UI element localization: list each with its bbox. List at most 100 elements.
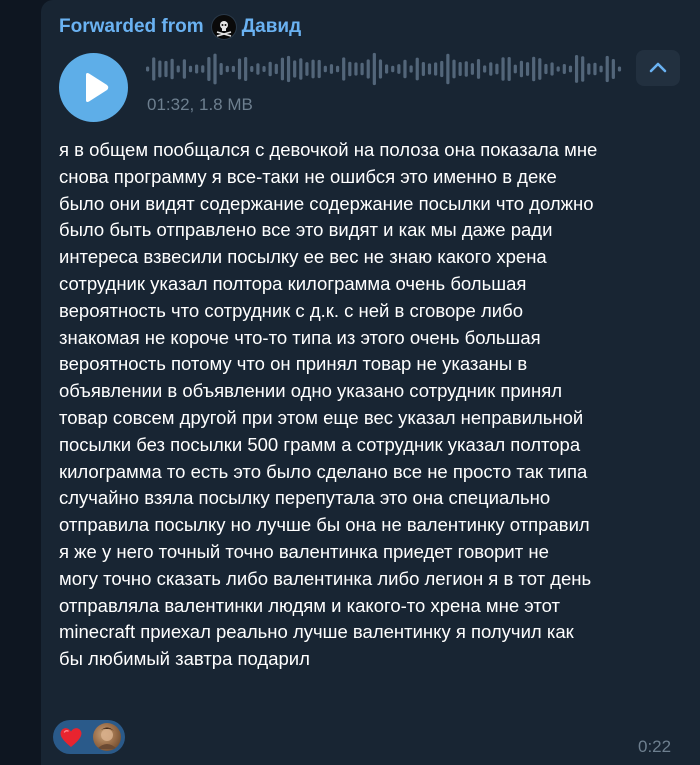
waveform-bar (348, 61, 352, 77)
waveform-bar (446, 53, 450, 85)
collapse-transcription-button[interactable] (636, 50, 680, 86)
waveform-bar (403, 59, 407, 79)
forward-header[interactable]: Forwarded from Давид (59, 14, 301, 40)
waveform-bar (409, 65, 413, 73)
waveform-bar (464, 61, 468, 77)
text-line: я же у него точный точно валентинка прие… (59, 540, 549, 562)
text-line: случайно взяла посылку перепутала это он… (59, 487, 551, 509)
waveform-bar (513, 64, 517, 74)
waveform-bar (182, 59, 186, 79)
forward-sender-name[interactable]: Давид (242, 16, 302, 38)
message-time: 0:22 (638, 737, 672, 756)
waveform-bar (237, 58, 242, 80)
waveform-bar (599, 65, 603, 73)
text-line: сотрудник указал полтора килограмма очен… (59, 272, 527, 294)
waveform-bar (452, 59, 456, 79)
chevron-up-icon (649, 62, 667, 73)
text-line: было быть отправлено все это видят и как… (59, 219, 553, 241)
waveform-bar (256, 63, 260, 75)
heart-icon (57, 723, 85, 751)
text-line: килограмма то есть это было сделано все … (59, 460, 588, 482)
waveform-bar (525, 62, 530, 76)
text-line: было они видят содержание содержание пос… (59, 192, 594, 214)
waveform-bar (501, 57, 505, 81)
waveform-bar (176, 65, 180, 73)
waveform-bar (262, 65, 266, 73)
play-icon (86, 73, 109, 102)
waveform-bar (280, 57, 285, 81)
waveform-bar (440, 60, 444, 78)
waveform-bar (470, 63, 474, 75)
waveform-bar (581, 56, 585, 82)
text-line: вероятность что сотрудник с д.к. с ней в… (59, 299, 523, 321)
waveform-bar (574, 55, 579, 83)
waveform-bar (397, 64, 401, 74)
text-line: интереса взвесили посылку ее вес не знаю… (59, 246, 547, 268)
waveform-bar (188, 65, 193, 73)
waveform-bar (544, 63, 548, 75)
waveform-bar (605, 55, 609, 83)
waveform-bar (164, 60, 168, 78)
waveform-bar (532, 56, 536, 82)
waveform-bar (495, 63, 499, 75)
waveform-bar (219, 63, 223, 75)
audio-duration-size: 01:32, 1.8 MB (147, 95, 253, 114)
play-button[interactable] (59, 53, 128, 122)
waveform-bar (244, 56, 248, 82)
text-line: знакомая не короче что-то типа из этого … (59, 326, 541, 348)
waveform-bar (507, 57, 511, 81)
waveform-bar (201, 65, 205, 73)
waveform-bar (372, 52, 376, 86)
reaction-chip[interactable] (53, 720, 125, 754)
waveform-bar (250, 65, 254, 73)
waveform-bar (207, 57, 211, 81)
waveform-bar (434, 62, 438, 76)
text-line: вероятность потому что он принял товар н… (59, 353, 528, 375)
text-line: снова программу я все-таки не ошибся это… (59, 165, 557, 187)
reactor-avatar (93, 723, 121, 751)
waveform-bar (562, 64, 566, 74)
waveform-bar (317, 59, 321, 79)
waveform-bar (354, 62, 358, 76)
transcription-text: я в общем пообщался с девочкой на полоза… (59, 137, 684, 673)
audio-waveform[interactable] (146, 50, 624, 88)
waveform-bar (268, 61, 272, 77)
text-line: товар совсем другой при этом еще вес ука… (59, 406, 584, 428)
text-line: minecraft приехал реально лучше валентин… (59, 621, 574, 643)
waveform-bar (286, 55, 291, 83)
forward-sender-avatar[interactable] (211, 15, 236, 39)
waveform-bar (342, 57, 346, 81)
text-line: посылки без посылки 500 грамм а сотрудни… (59, 433, 581, 455)
waveform-bar (391, 65, 395, 73)
waveform-bar (311, 59, 315, 79)
waveform-bar (335, 65, 340, 73)
waveform-bar (225, 65, 229, 73)
waveform-bar (415, 57, 419, 81)
text-line: отправила посылку но лучше бы она не вал… (59, 514, 590, 536)
waveform-bar (556, 66, 560, 72)
waveform-bar (213, 53, 217, 85)
waveform-bar (299, 58, 303, 80)
waveform-bar (366, 59, 370, 79)
waveform-bar (146, 66, 150, 72)
waveform-bar (568, 65, 573, 73)
waveform-bar (152, 57, 156, 81)
waveform-bar (611, 58, 615, 80)
text-line: объявлении в объявлении одно указано сот… (59, 380, 563, 402)
forward-label: Forwarded from (59, 16, 204, 37)
waveform-bar (378, 59, 383, 79)
waveform-bar (538, 58, 542, 80)
waveform-bar (329, 64, 334, 74)
waveform-bar (170, 58, 174, 80)
waveform-bar (158, 60, 162, 78)
text-line: могу точно сказать либо валентинка либо … (59, 567, 592, 589)
waveform-bar (458, 61, 462, 77)
waveform-bar (617, 66, 622, 72)
waveform-bar (476, 59, 481, 79)
waveform-bar (360, 62, 364, 76)
waveform-bar (550, 62, 554, 76)
waveform-bar (323, 65, 327, 73)
waveform-bar (195, 64, 199, 74)
waveform-bar (593, 62, 597, 76)
text-line: бы любимый завтра подарил (59, 648, 310, 670)
